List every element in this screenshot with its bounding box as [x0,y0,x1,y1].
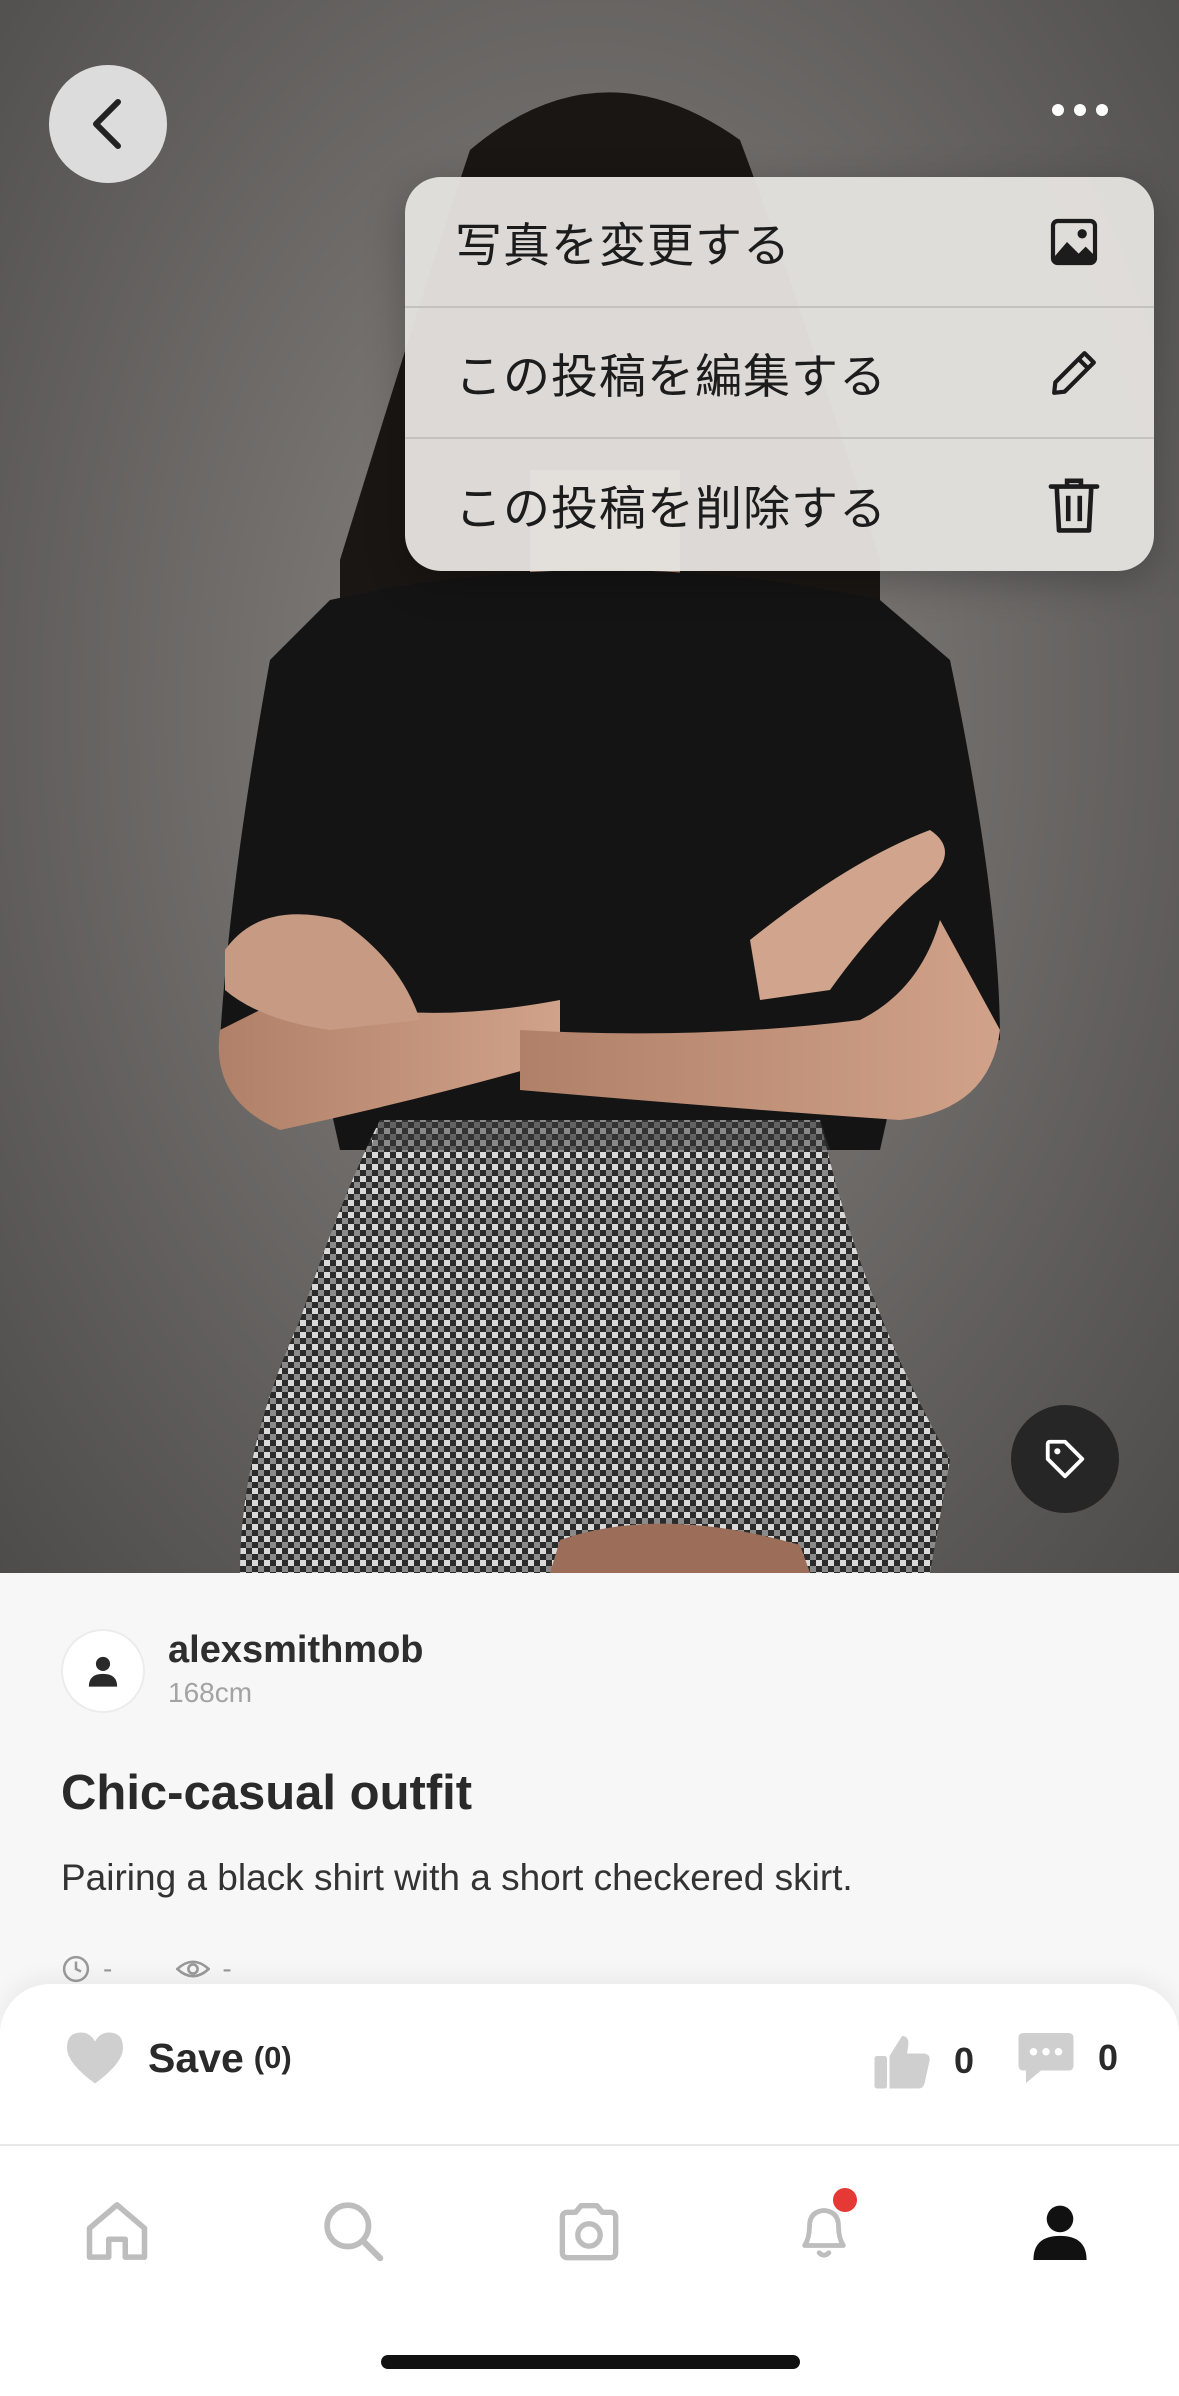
post-time: - [103,1953,113,1984]
home-icon [86,2202,148,2260]
clock-icon [62,1955,90,1983]
save-button[interactable]: Save (0) [64,2030,292,2086]
more-dots-icon [1052,104,1108,116]
tag-icon [1045,1439,1085,1479]
post-views: - [222,1953,232,1984]
username[interactable]: alexsmithmob [168,1629,424,1672]
user-height: 168cm [168,1677,253,1708]
eye-icon [176,1960,211,1978]
like-button[interactable]: 0 [872,2030,974,2092]
like-count: 0 [954,2040,975,2081]
menu-item-change-photo[interactable]: 写真を変更する [405,177,1154,308]
heart-icon [67,2032,123,2084]
post-description: Pairing a black shirt with a short check… [61,1857,853,1898]
tab-notifications[interactable] [779,2186,869,2276]
home-indicator [381,2355,800,2369]
tab-profile[interactable] [1015,2186,1105,2276]
thumbs-up-icon [874,2036,930,2089]
comment-button[interactable]: 0 [1016,2030,1118,2086]
tab-search[interactable] [308,2186,398,2276]
image-icon [1044,212,1104,272]
menu-item-label: この投稿を削除する [455,482,887,537]
notification-badge [833,2188,857,2212]
pencil-icon [1044,343,1104,403]
menu-item-delete-post[interactable]: この投稿を削除する [405,439,1154,570]
profile-icon [1033,2205,1087,2260]
more-options-button[interactable] [1040,88,1120,132]
post-meta: - - [61,1953,232,1985]
post-options-menu: 写真を変更する この投稿を編集する この投稿を削除する [405,177,1154,571]
save-label: Save [148,2034,244,2081]
comment-count: 0 [1098,2037,1119,2078]
chevron-left-icon [93,99,121,149]
menu-item-label: この投稿を編集する [455,350,887,405]
tab-camera[interactable] [544,2186,634,2276]
tag-button[interactable] [1011,1405,1119,1513]
menu-item-edit-post[interactable]: この投稿を編集する [405,308,1154,439]
comment-icon [1018,2033,1074,2083]
search-icon [324,2202,384,2262]
save-count: (0) [253,2040,292,2075]
back-button[interactable] [49,65,167,183]
tab-home[interactable] [72,2186,162,2276]
camera-icon [559,2203,619,2261]
menu-item-label: 写真を変更する [455,219,791,274]
post-action-bar: Save (0) 0 0 [0,1984,1179,2144]
avatar[interactable] [61,1629,145,1713]
trash-icon [1044,475,1104,535]
user-icon [88,1656,118,1687]
post-title: Chic-casual outfit [61,1766,473,1820]
post-info: alexsmithmob 168cm Chic-casual outfit Pa… [0,1573,1179,1985]
